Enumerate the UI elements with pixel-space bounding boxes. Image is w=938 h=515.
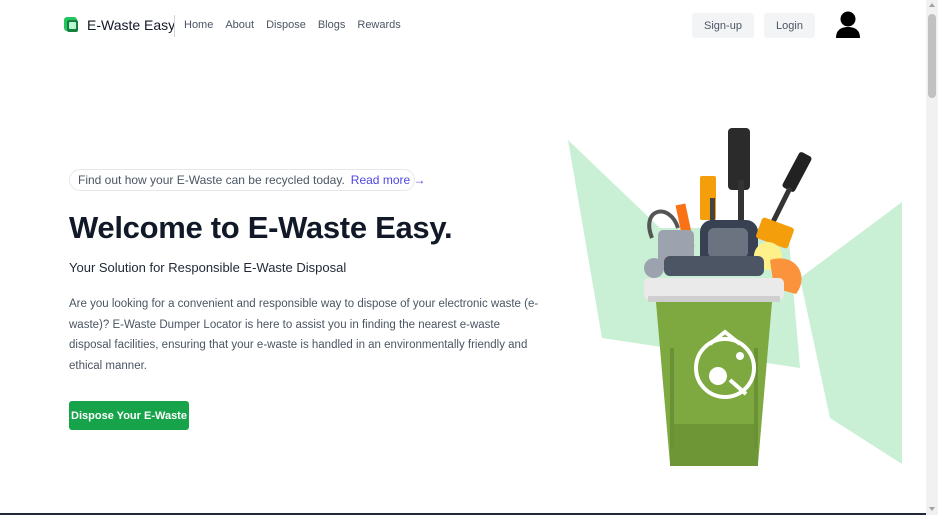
announcement-pill: Find out how your E-Waste can be recycle… xyxy=(69,169,426,191)
nav-divider xyxy=(174,15,175,37)
scroll-down-arrow-icon[interactable] xyxy=(929,507,935,511)
nav-rewards[interactable]: Rewards xyxy=(357,19,400,31)
dispose-ewaste-button[interactable]: Dispose Your E-Waste xyxy=(69,401,189,430)
hero-subtitle: Your Solution for Responsible E-Waste Di… xyxy=(69,260,347,275)
top-navbar: E-Waste Easy Home About Dispose Blogs Re… xyxy=(0,0,926,52)
scroll-up-arrow-icon[interactable] xyxy=(929,3,935,7)
nav-dispose[interactable]: Dispose xyxy=(266,19,306,31)
login-button[interactable]: Login xyxy=(764,13,815,38)
nav-about[interactable]: About xyxy=(225,19,254,31)
ewaste-bin-image xyxy=(568,128,902,466)
hero-title: Welcome to E-Waste Easy. xyxy=(69,210,453,245)
nav-home[interactable]: Home xyxy=(184,19,213,31)
user-avatar-icon[interactable] xyxy=(836,11,860,39)
scrollbar-thumb[interactable] xyxy=(928,14,936,98)
hero-description: Are you looking for a convenient and res… xyxy=(69,298,539,372)
pill-text: Find out how your E-Waste can be recycle… xyxy=(78,173,345,187)
read-more-link[interactable]: Read more → xyxy=(351,173,426,187)
signup-button[interactable]: Sign-up xyxy=(692,13,754,38)
logo-icon[interactable] xyxy=(64,17,79,33)
brand-name[interactable]: E-Waste Easy xyxy=(87,17,175,33)
nav-links: Home About Dispose Blogs Rewards xyxy=(184,19,413,31)
nav-blogs[interactable]: Blogs xyxy=(318,19,346,31)
